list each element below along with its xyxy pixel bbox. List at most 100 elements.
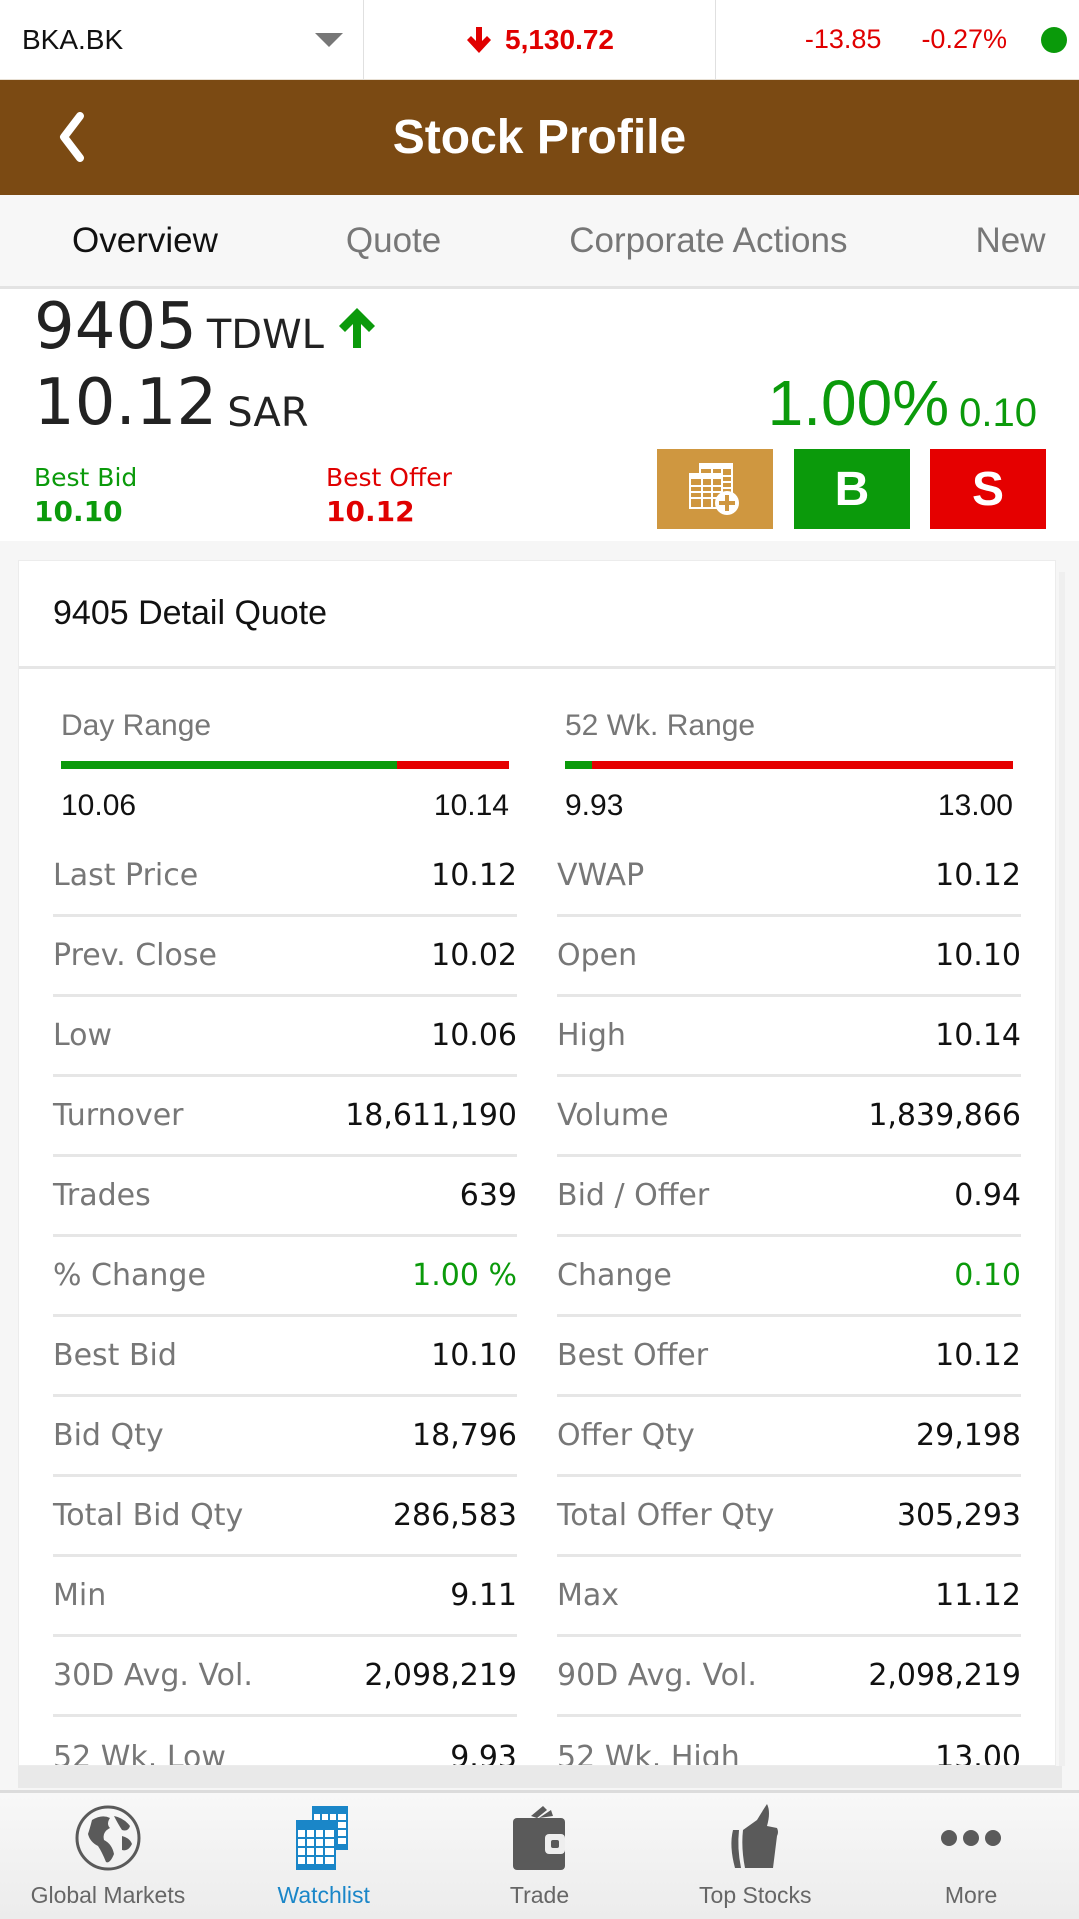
back-button[interactable]	[52, 112, 92, 162]
detail-quote-card: 9405 Detail Quote Day Range 10.06 10.14 …	[18, 560, 1056, 1766]
52wk-range-bar	[565, 761, 1013, 769]
detail-row: Bid / Offer 0.94	[557, 1157, 1021, 1237]
day-range-label: Day Range	[61, 709, 212, 742]
detail-label: Volume	[557, 1098, 669, 1133]
profile-tabs: Overview Quote Corporate Actions New	[0, 195, 1079, 289]
detail-label: 52 Wk. Low	[53, 1739, 226, 1766]
tab-news[interactable]: New	[975, 195, 1045, 286]
app-header: Stock Profile	[0, 80, 1079, 195]
best-bid-label: Best Bid	[34, 463, 138, 492]
symbol-selector[interactable]: BKA.BK	[0, 0, 364, 80]
detail-value: 18,611,190	[345, 1098, 517, 1133]
detail-quote-title: 9405 Detail Quote	[19, 561, 1055, 669]
detail-label: Offer Qty	[557, 1418, 695, 1453]
detail-row: Bid Qty 18,796	[53, 1397, 517, 1477]
vertical-scrollbar[interactable]	[1059, 572, 1065, 1766]
index-change: -13.85	[804, 24, 882, 54]
nav-global-markets[interactable]: Global Markets	[0, 1793, 216, 1919]
detail-row: 30D Avg. Vol. 2,098,219	[53, 1637, 517, 1717]
dropdown-arrow-icon	[315, 32, 343, 47]
nav-label: Global Markets	[30, 1882, 186, 1908]
tab-corporate-actions[interactable]: Corporate Actions	[569, 195, 847, 286]
nav-label: Watchlist	[277, 1882, 370, 1908]
detail-label: Best Offer	[557, 1338, 709, 1373]
detail-label: % Change	[53, 1258, 206, 1293]
detail-row: Prev. Close 10.02	[53, 917, 517, 997]
nav-top-stocks[interactable]: Top Stocks	[647, 1793, 863, 1919]
detail-row: Min 9.11	[53, 1557, 517, 1637]
detail-value: 639	[459, 1178, 517, 1213]
day-range-fill	[61, 761, 397, 769]
watchlist-icon	[295, 1806, 348, 1870]
detail-label: Max	[557, 1578, 620, 1613]
detail-label: Prev. Close	[53, 938, 217, 973]
detail-row: Open 10.10	[557, 917, 1021, 997]
price-line: 10.12 SAR	[34, 371, 309, 435]
absolute-change: 0.10	[959, 391, 1037, 435]
detail-value: 10.12	[431, 858, 517, 893]
exchange-code: TDWL	[206, 312, 324, 358]
detail-value: 1,839,866	[868, 1098, 1021, 1133]
more-icon	[941, 1830, 1002, 1846]
detail-row: 52 Wk. High 13.00	[557, 1717, 1021, 1766]
detail-value: 0.10	[954, 1258, 1021, 1293]
detail-row: High 10.14	[557, 997, 1021, 1077]
detail-value: 10.06	[431, 1018, 517, 1053]
day-range-bar	[61, 761, 509, 769]
52wk-range-high: 13.00	[937, 789, 1013, 822]
tab-overview[interactable]: Overview	[8, 195, 282, 286]
detail-value: 10.12	[935, 858, 1021, 893]
detail-value: 10.02	[431, 938, 517, 973]
detail-label: 30D Avg. Vol.	[53, 1658, 253, 1693]
detail-value: 9.93	[450, 1739, 517, 1766]
currency: SAR	[227, 390, 309, 436]
percent-change: 1.00%	[767, 367, 950, 439]
best-offer-label: Best Offer	[326, 463, 452, 492]
detail-value: 29,198	[916, 1418, 1021, 1453]
stock-summary: 9405 TDWL 10.12 SAR 1.00% 0.10 Best Bid …	[0, 289, 1079, 541]
detail-row: Total Bid Qty 286,583	[53, 1477, 517, 1557]
detail-label: Change	[557, 1258, 672, 1293]
page-title: Stock Profile	[392, 111, 687, 164]
sell-button[interactable]: S	[930, 449, 1046, 529]
index-value: 5,130.72	[505, 23, 614, 55]
detail-value: 10.10	[431, 1338, 517, 1373]
add-to-watchlist-button[interactable]	[657, 449, 773, 529]
detail-row: Max 11.12	[557, 1557, 1021, 1637]
nav-trade[interactable]: Trade	[432, 1793, 648, 1919]
nav-label: Top Stocks	[699, 1882, 812, 1908]
detail-column-left: Last Price 10.12 Prev. Close 10.02 Low 10.06 T…	[53, 837, 517, 1766]
52wk-range: 52 Wk. Range 9.93 13.00	[565, 709, 1013, 823]
wallet-icon	[513, 1806, 566, 1870]
detail-row: Total Offer Qty 305,293	[557, 1477, 1021, 1557]
add-watchlist-icon	[689, 463, 739, 515]
app: BKA.BK 5,130.72 -13.85 -0.27% Stock Prof…	[0, 0, 1079, 1919]
nav-watchlist[interactable]: Watchlist	[216, 1793, 432, 1919]
detail-row: Trades 639	[53, 1157, 517, 1237]
detail-column-right: VWAP 10.12 Open 10.10 High 10.14 Volume 1,839,8…	[557, 837, 1021, 1766]
day-range: Day Range 10.06 10.14	[61, 709, 509, 823]
nav-more[interactable]: More	[863, 1793, 1079, 1919]
tab-quote[interactable]: Quote	[346, 195, 441, 286]
detail-row: Best Bid 10.10	[53, 1317, 517, 1397]
index-value-cell: 5,130.72	[364, 0, 716, 80]
arrow-down-icon	[467, 26, 491, 53]
detail-value: 11.12	[935, 1578, 1021, 1613]
nav-label: Trade	[509, 1882, 570, 1908]
detail-row: % Change 1.00 %	[53, 1237, 517, 1317]
detail-value: 13.00	[935, 1739, 1021, 1766]
detail-label: Min	[53, 1578, 107, 1613]
detail-label: Low	[53, 1018, 113, 1053]
detail-row: Volume 1,839,866	[557, 1077, 1021, 1157]
52wk-range-label: 52 Wk. Range	[565, 709, 756, 742]
stock-code: 9405	[34, 290, 197, 364]
buy-button[interactable]: B	[794, 449, 910, 529]
change-line: 1.00% 0.10	[768, 371, 1037, 435]
detail-value: 2,098,219	[868, 1658, 1021, 1693]
day-range-low: 10.06	[61, 789, 137, 822]
arrow-up-icon	[338, 308, 375, 348]
index-change-pct: -0.27%	[921, 24, 1007, 54]
detail-row: Best Offer 10.12	[557, 1317, 1021, 1397]
detail-value: 10.12	[935, 1338, 1021, 1373]
horizontal-scrollbar[interactable]	[18, 1766, 1062, 1788]
